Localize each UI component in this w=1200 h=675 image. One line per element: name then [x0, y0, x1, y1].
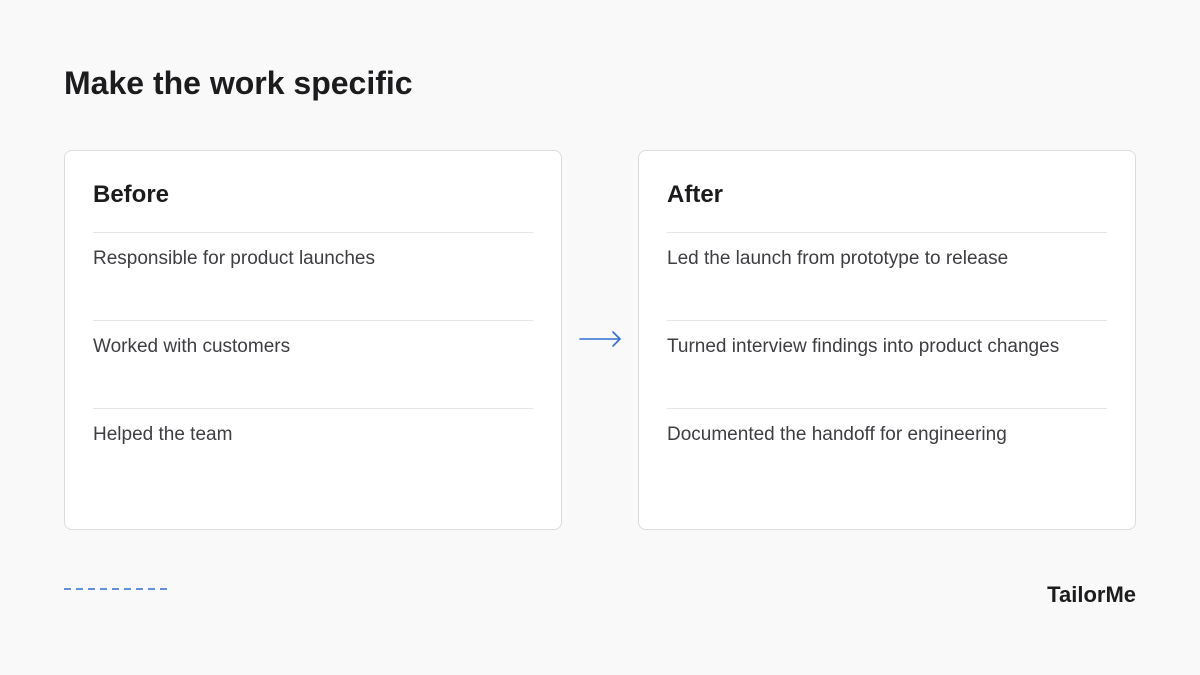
- after-heading: After: [667, 181, 724, 208]
- before-card: Before Responsible for product launches …: [64, 150, 562, 530]
- decorative-dashed-line: [64, 588, 168, 590]
- arrow-right-icon: [579, 331, 621, 347]
- before-list: Responsible for product launches Worked …: [93, 232, 533, 496]
- page-title: Make the work specific: [64, 65, 413, 101]
- before-item: Worked with customers: [93, 320, 533, 408]
- before-item: Responsible for product launches: [93, 232, 533, 320]
- after-item: Led the launch from prototype to release: [667, 232, 1107, 320]
- brand-logo-text: TailorMe: [1047, 582, 1136, 607]
- after-item: Turned interview findings into product c…: [667, 320, 1107, 408]
- after-list: Led the launch from prototype to release…: [667, 232, 1107, 496]
- before-heading: Before: [93, 181, 170, 208]
- after-item: Documented the handoff for engineering: [667, 408, 1107, 496]
- after-card: After Led the launch from prototype to r…: [638, 150, 1136, 530]
- before-item: Helped the team: [93, 408, 533, 496]
